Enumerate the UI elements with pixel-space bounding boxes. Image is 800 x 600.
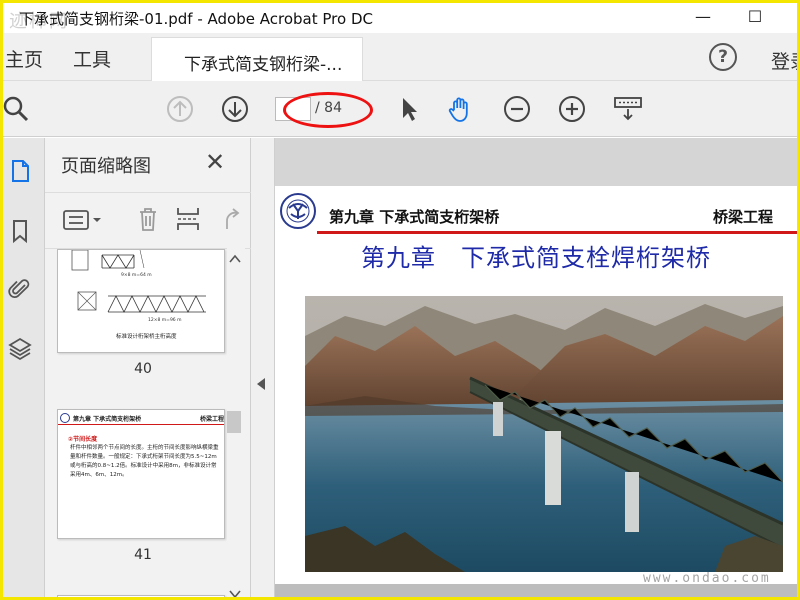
page-header-subject: 桥梁工程 [713, 208, 774, 226]
page-display-icon[interactable] [613, 95, 643, 123]
chapter-title: 第九章 下承式简支栓焊桁架桥 [361, 244, 711, 272]
header-divider [317, 231, 797, 234]
panel-title: 页面缩略图 [61, 156, 151, 177]
page-thumbnails-icon[interactable] [7, 158, 33, 184]
minimize-button[interactable]: — [691, 5, 715, 29]
thumbnail-list: 9×8 m=64 m 12×8 m=96 m 标准设计桁架桥主桁高度 40 第九… [45, 248, 251, 597]
thumb-body: 杆件中相邻两个节点间的长度。主桁的节间长度影响纵横梁重量和杆件数量。一般规定：下… [70, 445, 219, 478]
login-link[interactable]: 登录 [771, 47, 797, 74]
thumb-caption: 标准设计桁架桥主桁高度 [116, 332, 177, 340]
site-watermark-bottom: www.ondao.com [643, 571, 771, 586]
thumb-label-b: 12×8 m=96 m [148, 317, 181, 323]
tab-document[interactable]: 下承式简支钢桁梁-... [151, 37, 363, 82]
thumb-header-rule [58, 424, 224, 425]
scrollbar-thumb[interactable] [227, 411, 241, 433]
thumbnail-options-icon[interactable] [63, 209, 103, 231]
bridge-photo [305, 296, 783, 572]
delete-icon[interactable] [137, 205, 159, 233]
acrobat-window: 迹柿网 下承式简支钢桁梁-01.pdf - Adobe Acrobat Pro … [0, 0, 800, 600]
panel-collapse-strip[interactable] [251, 138, 275, 597]
thumb-header-left: 第九章 下承式简支桁架桥 [73, 416, 142, 423]
thumb-header-right: 桥梁工程 [200, 416, 225, 423]
insert-page-icon[interactable] [175, 205, 201, 233]
thumbnail-number-40: 40 [134, 361, 152, 377]
title-bar: 迹柿网 下承式简支钢桁梁-01.pdf - Adobe Acrobat Pro … [3, 3, 797, 33]
scroll-down-icon[interactable] [229, 589, 241, 599]
tab-tools[interactable]: 工具 [73, 45, 111, 72]
rotate-icon[interactable] [221, 205, 243, 233]
panel-toolbar [45, 192, 251, 246]
thumbnail-page-41[interactable]: 第九章 下承式简支桁架桥 桥梁工程 ②节间长度 杆件中相邻两个节点间的长度。主桁… [57, 409, 225, 539]
page-number-annotation-circle [283, 92, 373, 128]
attachment-icon[interactable] [7, 276, 33, 302]
zoom-in-icon[interactable] [558, 95, 586, 123]
close-icon[interactable]: ✕ [205, 148, 225, 176]
window-title: 下承式简支钢桁梁-01.pdf - Adobe Acrobat Pro DC [19, 10, 373, 28]
thumb-logo [60, 413, 70, 423]
collapse-arrow-icon[interactable] [257, 378, 265, 390]
select-pointer-icon[interactable] [395, 95, 423, 123]
layers-icon[interactable] [7, 336, 33, 362]
previous-page-icon[interactable] [166, 95, 194, 123]
page-header-chapter: 第九章 下承式简支桁架桥 [329, 208, 500, 226]
toolbar: / 84 [3, 81, 797, 137]
scroll-up-icon[interactable] [229, 254, 241, 264]
navigation-rail [3, 138, 45, 597]
next-page-icon[interactable] [221, 95, 249, 123]
tab-home[interactable]: 主页 [5, 45, 43, 72]
maximize-button[interactable]: ☐ [743, 5, 767, 29]
truss-diagram-thumbnail: 9×8 m=64 m 12×8 m=96 m 标准设计桁架桥主桁高度 [71, 250, 206, 340]
thumb-label-a: 9×8 m=64 m [121, 272, 152, 278]
thumbnail-number-41: 41 [134, 547, 152, 563]
university-logo-icon [280, 193, 316, 229]
pdf-page: 第九章 下承式简支桁架桥 桥梁工程 第九章 下承式简支栓焊桁架桥 [275, 186, 797, 584]
document-view[interactable]: 第九章 下承式简支桁架桥 桥梁工程 第九章 下承式简支栓焊桁架桥 [275, 138, 797, 597]
thumbnail-page-40[interactable]: 9×8 m=64 m 12×8 m=96 m 标准设计桁架桥主桁高度 [57, 249, 225, 353]
hand-tool-icon[interactable] [447, 95, 475, 123]
next-page-edge [275, 584, 797, 597]
thumb-heading: ②节间长度 [68, 436, 98, 443]
bookmark-icon[interactable] [7, 218, 33, 244]
menu-tabs: 主页 工具 下承式简支钢桁梁-... ? 登录 [3, 33, 797, 82]
search-icon[interactable] [3, 95, 31, 123]
page-header: 第九章 下承式简支桁架桥 桥梁工程 [275, 186, 797, 234]
zoom-out-icon[interactable] [503, 95, 531, 123]
help-icon[interactable]: ? [709, 43, 737, 71]
thumbnail-page-42[interactable] [57, 595, 225, 597]
tab-document-label: 下承式简支钢桁梁-... [184, 55, 343, 75]
thumbnail-panel: 页面缩略图 ✕ 9×8 m=64 m 12×8 m=96 m 标准设计桁架桥主桁… [45, 138, 251, 597]
